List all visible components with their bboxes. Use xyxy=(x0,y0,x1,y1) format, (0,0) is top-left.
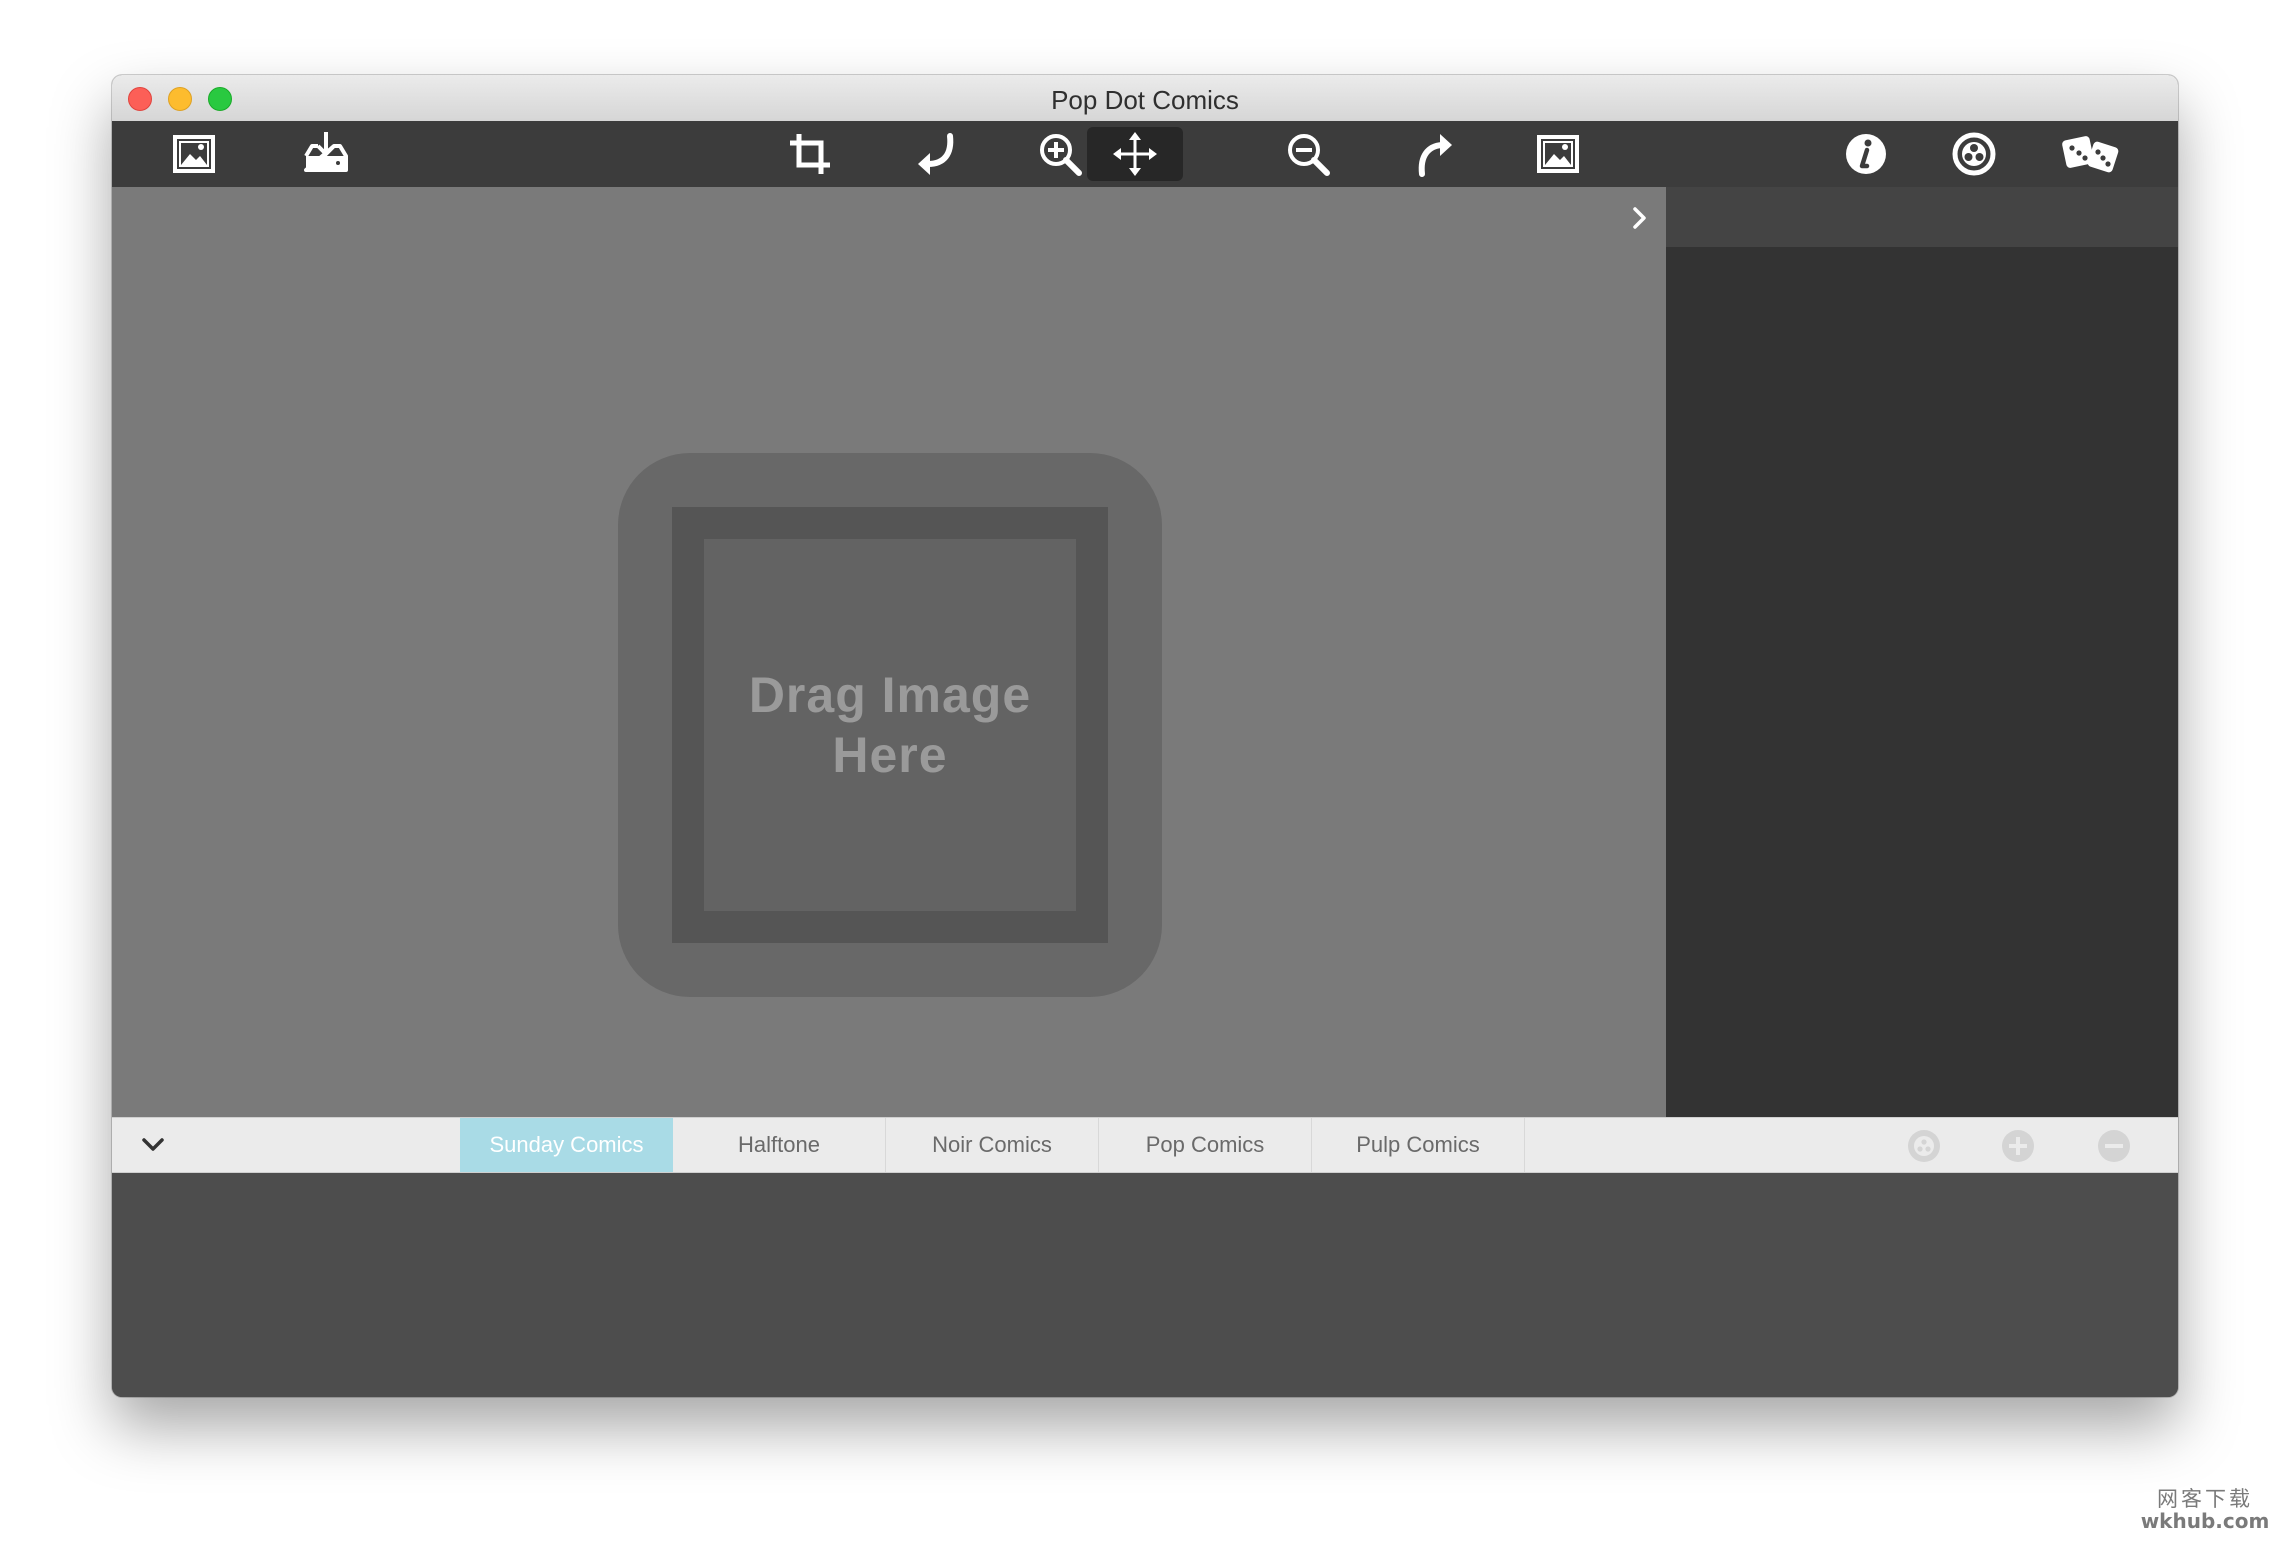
watermark: 网客下载 wkhub.com xyxy=(2140,1488,2270,1532)
move-icon xyxy=(1113,132,1157,176)
fit-image-icon xyxy=(1537,135,1579,173)
style-preview-panel xyxy=(112,1173,2178,1397)
drop-zone-inner: Drag Image Here xyxy=(704,539,1076,911)
image-canvas[interactable]: Drag Image Here xyxy=(112,187,1666,1117)
open-image-icon xyxy=(173,135,215,173)
crop-button[interactable] xyxy=(762,127,858,181)
remove-style-icon xyxy=(2098,1130,2130,1162)
tab-noir-comics[interactable]: Noir Comics xyxy=(886,1118,1099,1172)
chevron-down-icon xyxy=(142,1138,164,1151)
rotate-left-button[interactable] xyxy=(888,127,984,181)
zoom-out-button[interactable] xyxy=(1260,127,1356,181)
rotate-right-button[interactable] xyxy=(1386,127,1482,181)
tab-sunday-comics[interactable]: Sunday Comics xyxy=(460,1118,673,1172)
random-style-button[interactable] xyxy=(1906,1128,1942,1164)
watermark-line-2: wkhub.com xyxy=(2140,1509,2270,1533)
window-title: Pop Dot Comics xyxy=(1051,85,1239,115)
zoom-out-icon xyxy=(1288,134,1330,176)
style-tab-bar: Sunday Comics Halftone Noir Comics Pop C… xyxy=(112,1117,2178,1173)
expand-panel-button[interactable] xyxy=(1624,203,1654,233)
settings-button[interactable] xyxy=(1926,127,2022,181)
side-panel-header xyxy=(1666,187,2178,247)
zoom-in-icon xyxy=(1040,134,1082,176)
collapse-panel-button[interactable] xyxy=(138,1132,168,1158)
watermark-line-1: 网客下载 xyxy=(2157,1487,2253,1511)
chevron-right-icon xyxy=(1633,207,1646,229)
save-image-button[interactable] xyxy=(278,127,374,181)
app-window: Pop Dot Comics Drag Image Here Sunday Co… xyxy=(112,75,2178,1397)
random-style-icon xyxy=(1908,1130,1940,1162)
tab-pop-comics[interactable]: Pop Comics xyxy=(1099,1118,1312,1172)
randomize-dice-icon xyxy=(2062,136,2119,173)
rotate-right-icon xyxy=(1418,134,1452,177)
save-image-icon xyxy=(304,132,348,172)
title-bar: Pop Dot Comics xyxy=(112,75,2178,122)
crop-icon xyxy=(790,134,830,174)
drop-zone-label: Drag Image Here xyxy=(748,667,1032,783)
toolbar xyxy=(112,121,2178,187)
info-button[interactable] xyxy=(1818,127,1914,181)
rotate-left-icon xyxy=(918,133,954,175)
tab-pulp-comics[interactable]: Pulp Comics xyxy=(1312,1118,1525,1172)
style-tabs: Sunday Comics Halftone Noir Comics Pop C… xyxy=(460,1118,1525,1172)
info-icon xyxy=(1846,134,1886,174)
remove-style-button[interactable] xyxy=(2096,1128,2132,1164)
add-style-icon xyxy=(2002,1130,2034,1162)
side-panel xyxy=(1666,187,2178,1117)
open-image-button[interactable] xyxy=(146,127,242,181)
tab-halftone[interactable]: Halftone xyxy=(673,1118,886,1172)
settings-icon xyxy=(1952,132,1996,176)
randomize-button[interactable] xyxy=(2044,127,2140,181)
fit-image-button[interactable] xyxy=(1510,127,1606,181)
move-tool-button[interactable] xyxy=(1087,127,1183,181)
add-style-button[interactable] xyxy=(2000,1128,2036,1164)
